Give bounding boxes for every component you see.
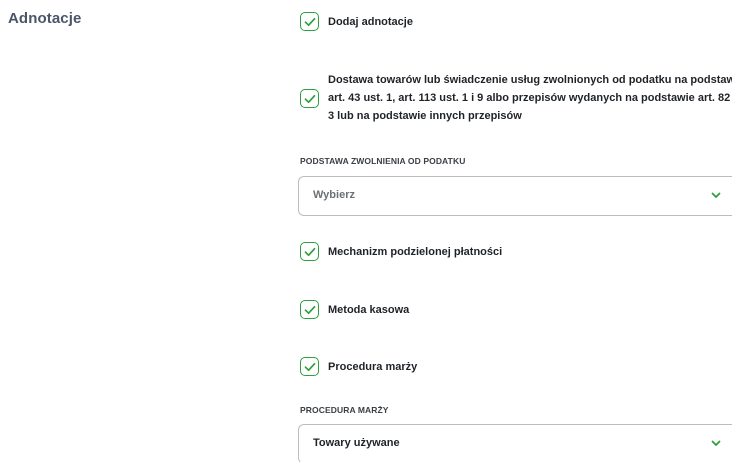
- add-annotations-checkbox[interactable]: [300, 12, 319, 31]
- chevron-down-icon: [711, 192, 721, 198]
- exemption-basis-label: PODSTAWA ZWOLNIENIA OD PODATKU: [300, 156, 466, 166]
- margin-procedure-value: Towary używane: [313, 437, 400, 449]
- exemption-label-line-2: art. 43 ust. 1, art. 113 ust. 1 i 9 albo…: [328, 92, 732, 104]
- margin-procedure-field-label: PROCEDURA MARŻY: [300, 405, 389, 415]
- cash-method-checkbox-row[interactable]: Metoda kasowa: [300, 300, 409, 319]
- margin-procedure-label: Procedura marży: [328, 360, 418, 373]
- add-annotations-label: Dodaj adnotacje: [328, 15, 413, 28]
- exemption-label: Dostawa towarów lub świadczenie usług zw…: [328, 71, 732, 125]
- exemption-basis-select[interactable]: Wybierz: [298, 176, 732, 216]
- checkmark-icon: [304, 94, 315, 103]
- checkmark-icon: [304, 362, 315, 371]
- cash-method-checkbox[interactable]: [300, 300, 319, 319]
- checkmark-icon: [304, 247, 315, 256]
- exemption-basis-value: Wybierz: [313, 189, 355, 201]
- split-payment-checkbox[interactable]: [300, 242, 319, 261]
- chevron-down-icon: [711, 440, 721, 446]
- exemption-label-line-1: Dostawa towarów lub świadczenie usług zw…: [328, 74, 732, 86]
- checkmark-icon: [304, 17, 315, 26]
- split-payment-checkbox-row[interactable]: Mechanizm podzielonej płatności: [300, 242, 502, 261]
- exemption-label-line-3: 3 lub na podstawie innych przepisów: [328, 110, 522, 122]
- margin-procedure-checkbox-row[interactable]: Procedura marży: [300, 357, 417, 376]
- annotations-page: Adnotacje Dodaj adnotacje Dostawa towaró…: [0, 0, 732, 462]
- exemption-checkbox[interactable]: [300, 89, 319, 108]
- split-payment-label: Mechanizm podzielonej płatności: [328, 245, 503, 258]
- margin-procedure-select[interactable]: Towary używane: [298, 424, 732, 462]
- checkmark-icon: [304, 305, 315, 314]
- cash-method-label: Metoda kasowa: [328, 303, 410, 316]
- margin-procedure-checkbox[interactable]: [300, 357, 319, 376]
- section-title: Adnotacje: [8, 10, 82, 27]
- add-annotations-checkbox-row[interactable]: Dodaj adnotacje: [300, 12, 413, 31]
